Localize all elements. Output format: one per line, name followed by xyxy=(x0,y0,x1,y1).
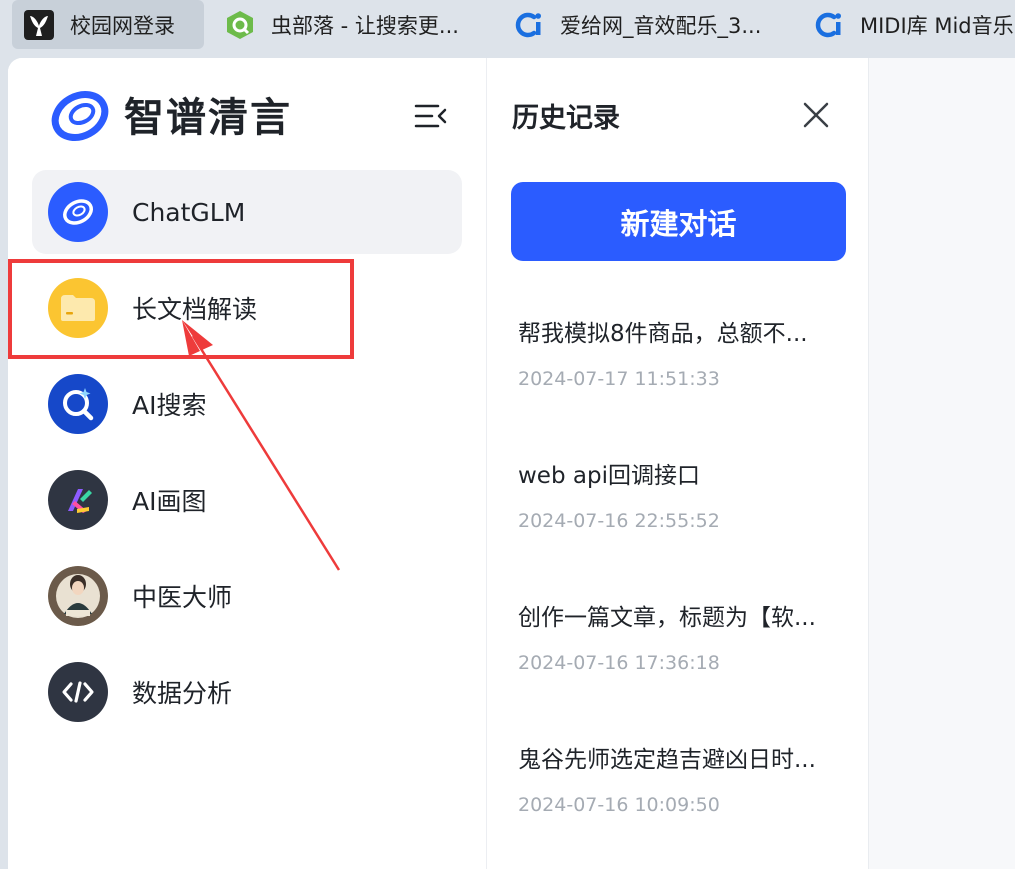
sidebar-item-tcm-master[interactable]: 中医大师 xyxy=(32,554,462,638)
history-item-title: web api回调接口 xyxy=(518,463,700,489)
history-panel: 历史记录 新建对话 帮我模拟8件商品，总额不... 2024-07-17 11:… xyxy=(487,58,869,869)
history-item-date: 2024-07-16 22:55:52 xyxy=(518,510,720,532)
bookmark-campus-login[interactable]: 校园网登录 xyxy=(12,0,204,49)
collapse-sidebar-icon[interactable] xyxy=(412,98,448,134)
zhipu-logo-icon xyxy=(51,91,109,141)
butterfly-icon xyxy=(24,9,54,40)
history-title: 历史记录 xyxy=(512,103,620,134)
history-item[interactable]: 创作一篇文章，标题为【软... 2024-07-16 17:36:18 xyxy=(518,598,838,674)
history-item[interactable]: web api回调接口 2024-07-16 22:55:52 xyxy=(518,456,838,532)
history-item-date: 2024-07-17 11:51:33 xyxy=(518,368,720,390)
sidebar: 智谱清言 ChatGLM 长文档解读 AI搜索 AI画图 中医大师 数据分析 xyxy=(8,58,487,869)
blue-ci-icon xyxy=(515,12,541,38)
history-item-date: 2024-07-16 17:36:18 xyxy=(518,652,720,674)
bookmark-aigei[interactable]: 爱给网_音效配乐_3... xyxy=(514,0,761,50)
logo[interactable]: 智谱清言 xyxy=(50,84,292,144)
app-window: 智谱清言 ChatGLM 长文档解读 AI搜索 AI画图 中医大师 数据分析 历… xyxy=(8,58,1015,869)
sidebar-item-label: AI画图 xyxy=(132,487,207,516)
sidebar-item-data-analysis[interactable]: 数据分析 xyxy=(32,650,462,734)
sidebar-item-label: 中医大师 xyxy=(132,583,233,612)
bookmark-chongbuluo[interactable]: 虫部落 - 让搜索更... xyxy=(225,0,459,50)
sidebar-item-label: AI搜索 xyxy=(132,391,207,420)
sidebar-item-label: ChatGLM xyxy=(132,197,246,227)
bookmark-label: 虫部落 - 让搜索更... xyxy=(271,14,459,38)
chat-area xyxy=(869,58,1015,869)
logo-text: 智谱清言 xyxy=(124,95,292,141)
new-chat-button[interactable]: 新建对话 xyxy=(511,182,846,261)
history-item[interactable]: 帮我模拟8件商品，总额不... 2024-07-17 11:51:33 xyxy=(518,314,838,390)
code-icon xyxy=(48,662,108,722)
sidebar-item-ai-search[interactable]: AI搜索 xyxy=(32,362,462,446)
bookmark-label: MIDI库 Mid音乐 xyxy=(860,14,1014,38)
green-leaf-icon xyxy=(227,11,253,39)
chatglm-icon xyxy=(48,182,108,242)
annotation-highlight-box xyxy=(8,259,354,359)
search-icon xyxy=(48,374,108,434)
blue-ci-icon xyxy=(815,12,841,38)
bookmark-label: 校园网登录 xyxy=(70,13,175,38)
history-item-title: 鬼谷先师选定趋吉避凶日时... xyxy=(518,747,816,773)
sidebar-item-chatglm[interactable]: ChatGLM xyxy=(32,170,462,254)
sidebar-item-label: 数据分析 xyxy=(132,679,233,708)
history-item-date: 2024-07-16 10:09:50 xyxy=(518,794,720,816)
bookmark-midi[interactable]: MIDI库 Mid音乐 xyxy=(814,0,1014,50)
history-item[interactable]: 鬼谷先师选定趋吉避凶日时... 2024-07-16 10:09:50 xyxy=(518,740,838,816)
history-item-title: 帮我模拟8件商品，总额不... xyxy=(518,321,808,347)
close-icon[interactable] xyxy=(799,98,833,132)
bookmarks-bar: 校园网登录 虫部落 - 让搜索更... 爱给网_音效配乐_3... MIDI库 … xyxy=(0,0,1015,50)
history-item-title: 创作一篇文章，标题为【软... xyxy=(518,605,816,631)
bookmark-label: 爱给网_音效配乐_3... xyxy=(560,14,762,38)
sidebar-item-ai-paint[interactable]: AI画图 xyxy=(32,458,462,542)
tcm-avatar-icon xyxy=(48,566,108,626)
paint-icon xyxy=(48,470,108,530)
